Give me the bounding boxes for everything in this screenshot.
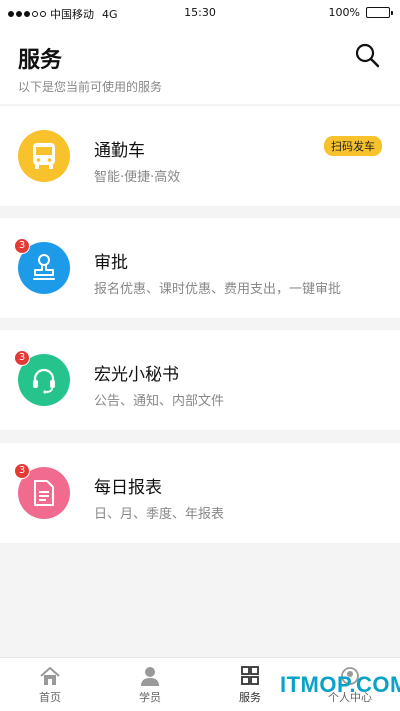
service-card-approval[interactable]: 3 审批 报名优惠、课时优惠、费用支出，一键审批 <box>0 218 400 318</box>
bus-icon <box>33 143 55 169</box>
notification-badge: 3 <box>14 238 30 254</box>
service-icon-circle <box>18 130 70 182</box>
service-title: 通勤车 <box>94 141 145 161</box>
service-description: 日、月、季度、年报表 <box>94 507 225 522</box>
service-description: 智能·便捷·高效 <box>94 170 181 185</box>
status-bar: 中国移动 4G 15:30 100% <box>0 0 400 26</box>
tab-label: 服务 <box>239 691 261 704</box>
service-title: 宏光小秘书 <box>94 365 179 385</box>
battery-percent: 100% <box>328 6 360 19</box>
document-icon <box>34 480 54 506</box>
search-icon <box>355 43 380 68</box>
grid-icon <box>241 666 259 685</box>
headset-icon <box>33 368 55 394</box>
page-header: 服务 以下是您当前可使用的服务 <box>0 26 400 104</box>
service-card-daily-report[interactable]: 3 每日报表 日、月、季度、年报表 <box>0 443 400 543</box>
status-right: 100% <box>328 6 393 19</box>
service-description: 公告、通知、内部文件 <box>94 394 225 409</box>
service-card-secretary[interactable]: 3 宏光小秘书 公告、通知、内部文件 <box>0 330 400 430</box>
tab-label: 首页 <box>39 691 61 704</box>
notification-badge: 3 <box>14 350 30 366</box>
watermark-logo: ITMOP.COM <box>280 672 400 697</box>
page-title: 服务 <box>18 48 63 73</box>
search-button[interactable] <box>352 40 382 70</box>
tab-students[interactable]: 学员 <box>100 658 200 711</box>
person-icon <box>141 667 159 686</box>
tab-home[interactable]: 首页 <box>0 658 100 711</box>
service-title: 审批 <box>94 253 128 273</box>
service-card-commute-bus[interactable]: 通勤车 智能·便捷·高效 扫码发车 <box>0 106 400 206</box>
stamp-icon <box>33 254 55 280</box>
page-subtitle: 以下是您当前可使用的服务 <box>18 80 163 94</box>
tab-label: 学员 <box>139 691 161 704</box>
service-title: 每日报表 <box>94 478 162 498</box>
battery-icon <box>366 7 393 18</box>
service-description: 报名优惠、课时优惠、费用支出，一键审批 <box>94 282 342 297</box>
scan-dispatch-tag[interactable]: 扫码发车 <box>324 136 382 156</box>
notification-badge: 3 <box>14 463 30 479</box>
home-icon <box>40 667 60 685</box>
